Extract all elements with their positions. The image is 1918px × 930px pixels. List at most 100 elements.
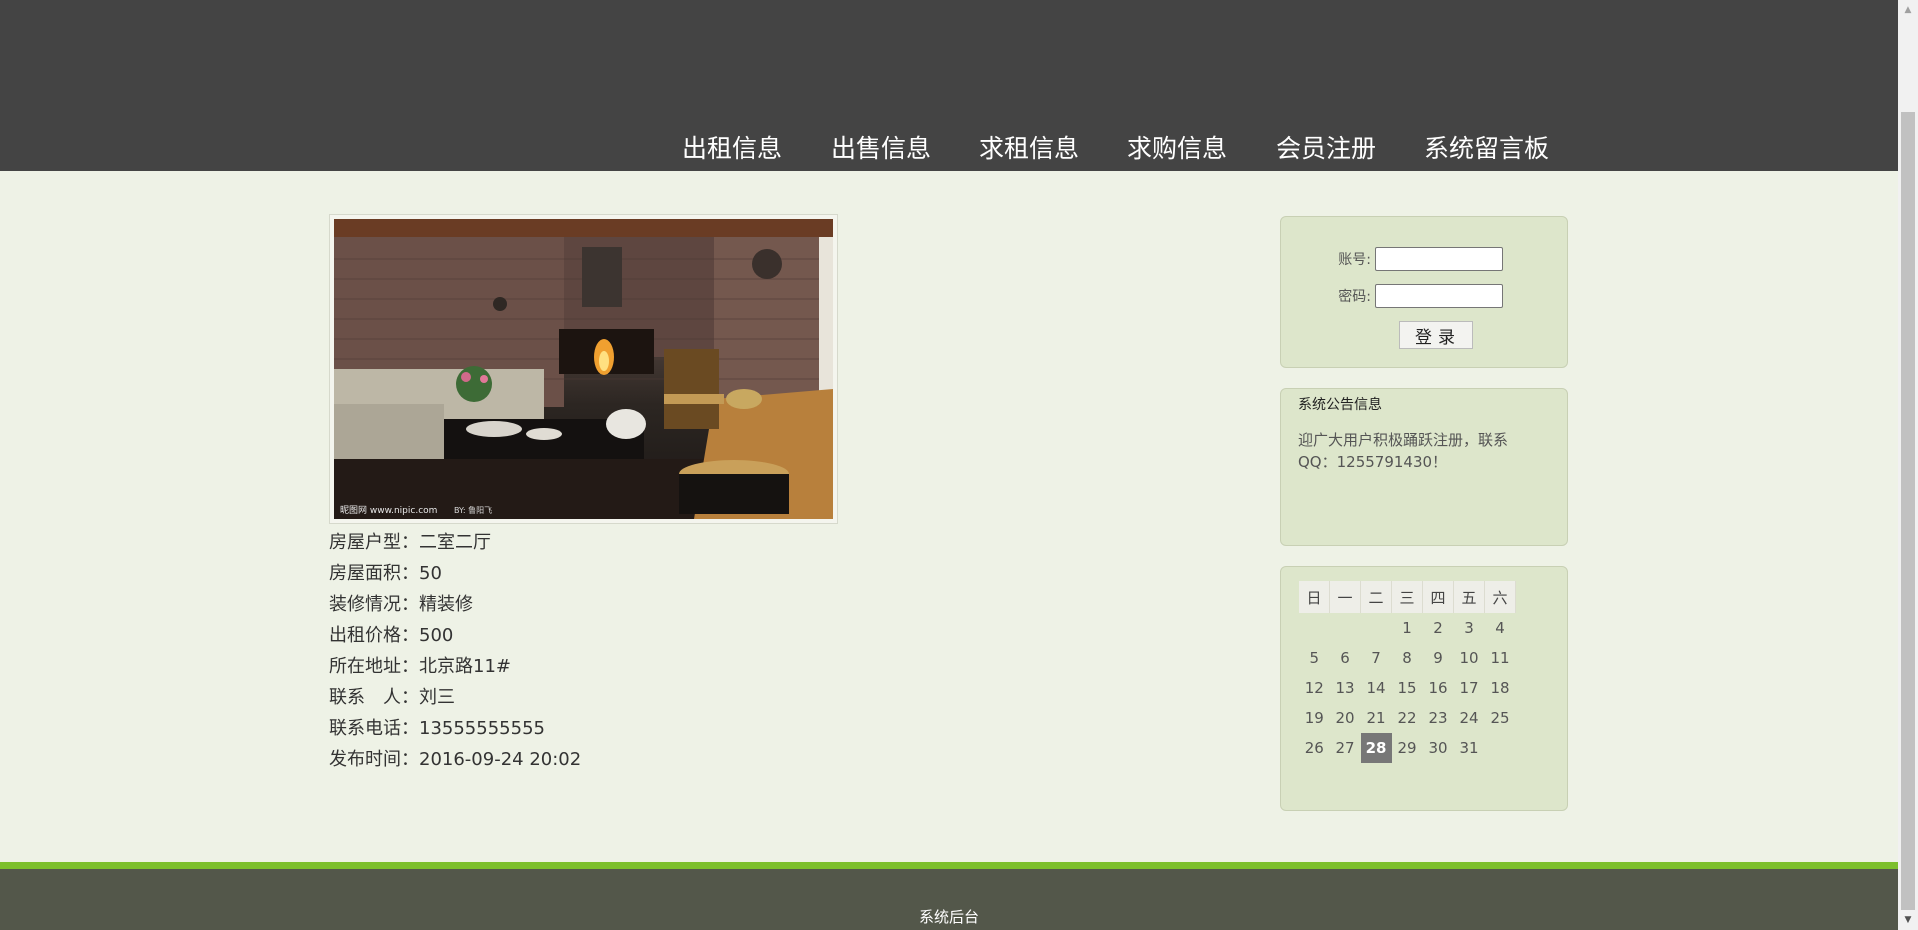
weekday-thu: 四 [1422,581,1454,613]
calendar-day[interactable]: 25 [1485,703,1516,733]
nav-rent-info[interactable]: 出租信息 [682,131,782,167]
nav-want-rent[interactable]: 求租信息 [979,131,1079,167]
site-header: 出租信息 出售信息 求租信息 求购信息 会员注册 系统留言板 [0,0,1898,171]
calendar-day[interactable]: 15 [1392,673,1423,703]
calendar-day[interactable]: 23 [1423,703,1454,733]
calendar-day[interactable]: 12 [1299,673,1330,703]
calendar-day[interactable]: 14 [1361,673,1392,703]
calendar-week: 1234 [1299,613,1516,643]
calendar-day[interactable]: 6 [1330,643,1361,673]
listing-details: 房屋户型：二室二厅 房屋面积：50 装修情况：精装修 出租价格：500 所在地址… [329,527,581,775]
detail-label: 装修情况： [329,594,419,615]
calendar-day[interactable]: 11 [1485,643,1516,673]
detail-row-phone: 联系电话：13555555555 [329,713,581,744]
calendar-day[interactable]: 22 [1392,703,1423,733]
detail-value: 精装修 [419,594,473,615]
calendar-week: 26 27 28 29 30 31 [1299,733,1516,763]
detail-value: 500 [419,625,454,646]
listing-photo: 昵图网 www.nipic.com BY: 鲁阳飞 [334,219,833,519]
photo-watermark-right: BY: 鲁阳飞 [454,505,492,515]
vertical-scrollbar[interactable]: ▲ ▼ [1898,0,1918,930]
living-room-illustration: 昵图网 www.nipic.com BY: 鲁阳飞 [334,219,833,519]
calendar-day[interactable]: 21 [1361,703,1392,733]
calendar-day[interactable]: 24 [1454,703,1485,733]
calendar-days: 1 2 3 4 5 6 7 8 9 10 11 12 13 14 15 16 17 18 19 20 21 22 23 24 2… [1299,613,1516,763]
calendar-empty-cell [1330,613,1361,643]
calendar-day[interactable]: 7 [1361,643,1392,673]
weekday-wed: 三 [1391,581,1423,613]
detail-label: 联系 人： [329,687,419,708]
calendar-day[interactable]: 17 [1454,673,1485,703]
calendar-day[interactable]: 20 [1330,703,1361,733]
calendar-day[interactable]: 3 [1454,613,1485,643]
photo-watermark-left: 昵图网 www.nipic.com [340,505,437,516]
calendar-grid: 日 一 二 三 四 五 六 1 2 3 4 5 6 7 8 9 10 11 12 13 14 15 16 17 1… [1299,581,1516,763]
weekday-mon: 一 [1329,581,1361,613]
detail-label: 房屋户型： [329,532,419,553]
detail-value: 刘三 [419,687,455,708]
detail-value: 50 [419,563,442,584]
calendar-day[interactable]: 8 [1392,643,1423,673]
detail-row-contact: 联系 人：刘三 [329,682,581,713]
calendar-day[interactable]: 2 [1423,613,1454,643]
scroll-down-icon[interactable]: ▼ [1898,910,1918,930]
calendar-day[interactable]: 9 [1423,643,1454,673]
calendar-panel: 日 一 二 三 四 五 六 1 2 3 4 5 6 7 8 9 10 11 12 13 14 15 16 17 1… [1280,566,1568,811]
weekday-tue: 二 [1360,581,1392,613]
calendar-day[interactable]: 30 [1423,733,1454,763]
password-row: 密码: [1327,284,1504,310]
notice-panel: 系统公告信息 迎广大用户积极踊跃注册，联系QQ：1255791430！ [1280,388,1568,546]
detail-label: 联系电话： [329,718,419,739]
scroll-up-icon[interactable]: ▲ [1898,0,1918,20]
calendar-week: 19 20 21 22 23 24 25 [1299,703,1516,733]
login-button[interactable]: 登录 [1399,321,1473,349]
weekday-fri: 五 [1453,581,1485,613]
calendar-day[interactable]: 26 [1299,733,1330,763]
detail-row-decoration: 装修情况：精装修 [329,589,581,620]
calendar-day[interactable]: 10 [1454,643,1485,673]
notice-title: 系统公告信息 [1298,397,1382,413]
admin-link[interactable]: 系统后台 [919,908,979,926]
calendar-day[interactable]: 18 [1485,673,1516,703]
calendar-day[interactable]: 27 [1330,733,1361,763]
detail-label: 发布时间： [329,749,419,770]
detail-row-layout: 房屋户型：二室二厅 [329,527,581,558]
calendar-day[interactable]: 4 [1485,613,1516,643]
detail-value: 13555555555 [419,718,545,739]
calendar-day[interactable]: 16 [1423,673,1454,703]
nav-want-buy[interactable]: 求购信息 [1127,131,1227,167]
calendar-day[interactable]: 19 [1299,703,1330,733]
detail-value: 北京路11# [419,656,511,677]
weekday-sun: 日 [1299,581,1330,613]
calendar-day[interactable]: 28 [1360,733,1392,763]
detail-value: 二室二厅 [419,532,491,553]
password-input[interactable] [1375,284,1504,308]
calendar-empty-cell [1361,613,1392,643]
nav-member-register[interactable]: 会员注册 [1276,131,1376,167]
calendar-day[interactable]: 1 [1392,613,1423,643]
login-panel: 账号: 密码: 登录 [1280,216,1568,368]
calendar-day[interactable]: 31 [1454,733,1485,763]
detail-row-publish-time: 发布时间：2016-09-24 20:02 [329,744,581,775]
calendar-day[interactable]: 29 [1392,733,1423,763]
calendar-empty-cell [1485,733,1516,763]
calendar-day[interactable]: 5 [1299,643,1330,673]
detail-row-price: 出租价格：500 [329,620,581,651]
password-label: 密码: [1338,289,1371,305]
detail-label: 出租价格： [329,625,419,646]
footer-accent-bar [0,862,1898,869]
main-nav: 出租信息 出售信息 求租信息 求购信息 会员注册 系统留言板 [0,131,1898,167]
detail-row-address: 所在地址：北京路11# [329,651,581,682]
detail-row-area: 房屋面积：50 [329,558,581,589]
scroll-thumb[interactable] [1901,112,1915,910]
calendar-empty-cell [1299,613,1330,643]
site-footer: 系统后台 [0,869,1898,930]
account-input[interactable] [1375,247,1504,271]
listing-photo-frame: 昵图网 www.nipic.com BY: 鲁阳飞 [329,214,838,524]
footer-links: 系统后台 [0,906,1898,927]
calendar-day[interactable]: 13 [1330,673,1361,703]
nav-sale-info[interactable]: 出售信息 [831,131,931,167]
nav-message-board[interactable]: 系统留言板 [1424,131,1549,167]
calendar-week: 12 13 14 15 16 17 18 [1299,673,1516,703]
detail-label: 所在地址： [329,656,419,677]
